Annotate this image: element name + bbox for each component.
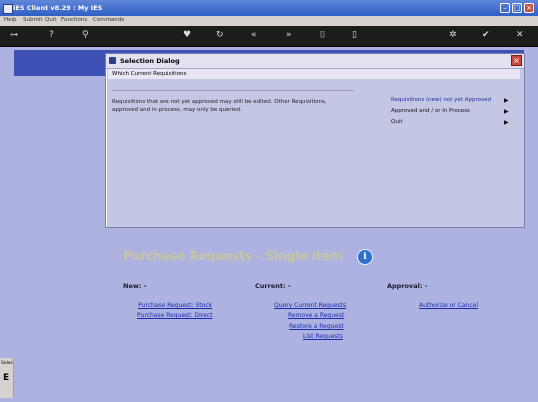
dialog-subtitle: Which Current Requisitions xyxy=(112,71,187,77)
check-icon[interactable]: ✔ xyxy=(482,30,490,40)
forward-icon[interactable]: » xyxy=(286,30,292,40)
app-icon xyxy=(3,4,13,14)
link-query-current-requests[interactable]: Query Current Requests xyxy=(274,302,346,309)
page-icon[interactable]: ▯ xyxy=(352,30,357,40)
option-not-yet-approved[interactable]: Requisitions (new) not yet Approved xyxy=(391,97,491,103)
link-authorize-or-cancel[interactable]: Authorize or Cancel xyxy=(419,302,478,309)
maximize-button[interactable]: □ xyxy=(512,3,522,13)
dialog-icon xyxy=(109,57,116,64)
refresh-icon[interactable]: ↻ xyxy=(216,30,224,40)
dialog-title: Selection Dialog xyxy=(120,57,180,65)
link-purchase-request-stock[interactable]: Purchase Request: Stock xyxy=(138,302,212,309)
title-bar: IES Client v8.29 : My IES – □ × xyxy=(0,0,538,16)
section-approval-heading: Approval: - xyxy=(387,282,428,290)
side-letter: E xyxy=(3,373,10,383)
bookmark-icon[interactable]: ⌷ xyxy=(320,30,325,40)
option-quit[interactable]: Quit xyxy=(391,119,403,125)
side-panel-fragment: Selec E xyxy=(0,358,14,398)
selection-dialog: Selection Dialog × Which Current Requisi… xyxy=(105,53,525,228)
dialog-message: Requisitions that are not yet approved m… xyxy=(112,99,327,113)
page-title: Purchase Requests - Single Item xyxy=(123,249,343,263)
dialog-title-bar: Selection Dialog × xyxy=(106,54,524,69)
option-arrow-icon[interactable]: ▶ xyxy=(504,119,509,126)
help-icon[interactable]: ? xyxy=(49,30,54,40)
link-list-requests[interactable]: List Requests xyxy=(303,333,343,340)
close-icon[interactable]: ✕ xyxy=(516,30,524,40)
info-icon[interactable]: i xyxy=(357,249,373,265)
menu-help[interactable]: Help xyxy=(4,17,17,23)
link-remove-request[interactable]: Remove a Request xyxy=(288,312,344,319)
dialog-close-button[interactable]: × xyxy=(511,55,522,66)
option-arrow-icon[interactable]: ▶ xyxy=(504,97,509,104)
menu-quit[interactable]: Quit xyxy=(45,17,57,23)
section-new-heading: New: - xyxy=(123,282,147,290)
section-current-heading: Current: - xyxy=(255,282,291,290)
close-window-button[interactable]: × xyxy=(524,3,534,13)
menu-bar: Help Submit Quit Functions Commands xyxy=(0,16,538,26)
heart-icon[interactable]: ♥ xyxy=(183,30,191,40)
menu-functions[interactable]: Functions xyxy=(61,17,87,23)
toolbar: ⊶ ? ⚲ ♥ ↻ « » ⌷ ▯ ✲ ✔ ✕ xyxy=(0,26,538,47)
side-label: Selec xyxy=(1,361,14,366)
menu-submit[interactable]: Submit xyxy=(23,17,43,23)
link-purchase-request-direct[interactable]: Purchase Request: Direct xyxy=(137,312,212,319)
settings-icon[interactable]: ✲ xyxy=(449,30,457,40)
dialog-divider xyxy=(112,90,354,91)
menu-commands[interactable]: Commands xyxy=(93,17,124,23)
search-icon[interactable]: ⚲ xyxy=(82,30,89,40)
link-restore-request[interactable]: Restore a Request xyxy=(289,323,344,330)
minimize-button[interactable]: – xyxy=(500,3,510,13)
window-title: IES Client v8.29 : My IES xyxy=(13,4,103,12)
option-approved-in-process[interactable]: Approved and / or In Process xyxy=(391,108,470,114)
key-icon[interactable]: ⊶ xyxy=(10,30,18,40)
back-icon[interactable]: « xyxy=(251,30,257,40)
dialog-subtitle-bar: Which Current Requisitions xyxy=(108,69,520,79)
option-arrow-icon[interactable]: ▶ xyxy=(504,108,509,115)
